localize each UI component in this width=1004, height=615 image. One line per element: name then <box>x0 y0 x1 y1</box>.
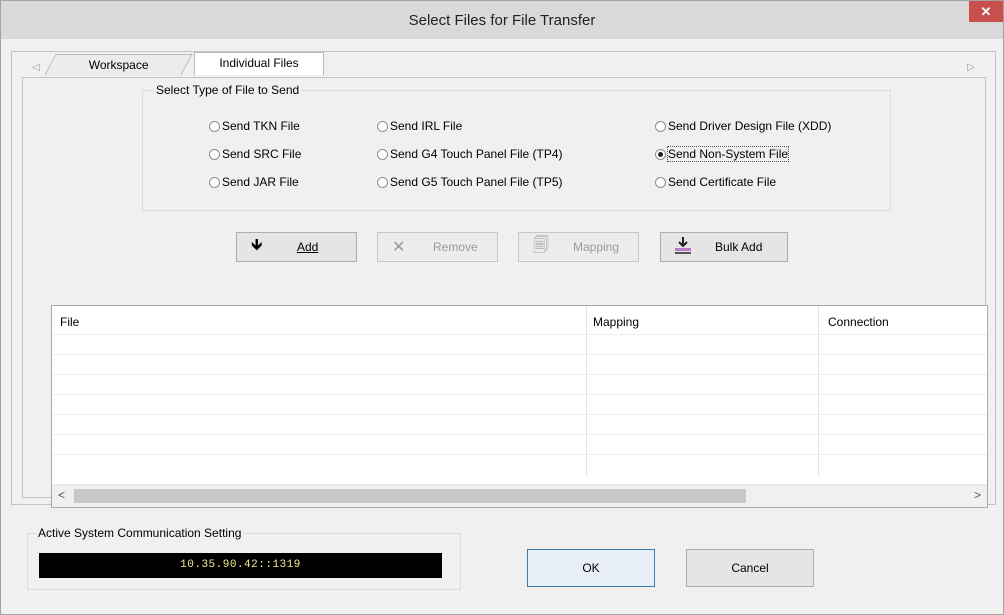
title-bar[interactable]: Select Files for File Transfer ✕ <box>1 1 1003 39</box>
radio-label: Send G5 Touch Panel File (TP5) <box>390 175 563 189</box>
table-row <box>52 394 987 395</box>
radio-label: Send IRL File <box>390 119 463 133</box>
communication-setting-group: Active System Communication Setting 10.3… <box>27 526 461 590</box>
content-area: ◁ ▷ Workspace Individual Files Select Ty… <box>11 51 996 508</box>
table-row <box>52 434 987 435</box>
horizontal-scrollbar[interactable]: < > <box>52 484 987 507</box>
add-button-label: Add <box>297 240 319 254</box>
tab-workspace-label: Workspace <box>88 58 149 72</box>
remove-button[interactable]: ✕ Remove <box>377 232 498 262</box>
column-divider <box>586 306 587 476</box>
radio-circle-icon <box>377 176 388 188</box>
radio-send-certificate[interactable]: Send Certificate File <box>655 175 776 189</box>
radio-send-tkn[interactable]: Send TKN File <box>209 119 300 133</box>
column-divider <box>818 306 819 476</box>
file-transfer-dialog: Select Files for File Transfer ✕ ◁ ▷ Wor… <box>0 0 1004 615</box>
table-row <box>52 374 987 375</box>
tab-workspace[interactable]: Workspace <box>44 54 193 75</box>
bulk-add-button[interactable]: Bulk Add <box>660 232 788 262</box>
file-type-group-title: Select Type of File to Send <box>154 83 302 97</box>
radio-circle-icon <box>655 176 666 188</box>
tab-individual-files[interactable]: Individual Files <box>194 52 324 75</box>
radio-label: Send Driver Design File (XDD) <box>668 119 832 133</box>
x-icon: ✕ <box>392 239 406 256</box>
radio-send-non-system[interactable]: Send Non-System File <box>655 146 790 162</box>
close-button[interactable]: ✕ <box>969 1 1003 22</box>
tab-scroll-left-icon[interactable]: ◁ <box>32 62 40 73</box>
add-button[interactable]: 🡻 Add <box>236 232 357 262</box>
scrollbar-thumb[interactable] <box>74 489 746 503</box>
ok-button[interactable]: OK <box>527 549 655 587</box>
radio-label: Send TKN File <box>222 119 300 133</box>
table-row <box>52 354 987 355</box>
table-row <box>52 334 987 335</box>
column-header-file[interactable]: File <box>60 315 79 329</box>
table-row <box>52 454 987 455</box>
radio-send-src[interactable]: Send SRC File <box>209 147 301 161</box>
scroll-right-icon[interactable]: > <box>974 488 981 502</box>
radio-label: Send Non-System File <box>666 146 790 162</box>
individual-files-panel: Select Type of File to Send Send TKN Fil… <box>22 77 988 508</box>
communication-setting-label: Active System Communication Setting <box>36 526 244 540</box>
column-header-connection[interactable]: Connection <box>828 315 889 329</box>
radio-label: Send Certificate File <box>668 175 777 189</box>
communication-setting-value: 10.35.90.42::1319 <box>39 553 442 578</box>
column-header-mapping[interactable]: Mapping <box>593 315 639 329</box>
mapping-button[interactable]: 🗐 Mapping <box>518 232 639 262</box>
radio-circle-icon <box>655 120 666 132</box>
table-row <box>52 414 987 415</box>
radio-circle-icon <box>209 148 220 160</box>
radio-send-tp5[interactable]: Send G5 Touch Panel File (TP5) <box>377 175 563 189</box>
bulk-download-icon <box>673 235 693 260</box>
radio-label: Send SRC File <box>222 147 302 161</box>
remove-button-label: Remove <box>433 240 478 254</box>
radio-selected-icon <box>655 148 666 160</box>
tab-scroll-right-icon[interactable]: ▷ <box>967 62 975 73</box>
radio-send-jar[interactable]: Send JAR File <box>209 175 299 189</box>
window-title: Select Files for File Transfer <box>408 12 596 29</box>
radio-circle-icon <box>209 120 220 132</box>
document-mapping-icon: 🗐 <box>533 236 549 254</box>
radio-label: Send G4 Touch Panel File (TP4) <box>390 147 563 161</box>
file-table[interactable]: File Mapping Connection < > <box>51 305 988 508</box>
table-header: File Mapping Connection <box>52 306 987 334</box>
cancel-button[interactable]: Cancel <box>686 549 814 587</box>
radio-send-irl[interactable]: Send IRL File <box>377 119 462 133</box>
arrow-down-icon: 🡻 <box>251 236 263 254</box>
radio-label: Send JAR File <box>222 175 299 189</box>
radio-circle-icon <box>377 148 388 160</box>
radio-send-tp4[interactable]: Send G4 Touch Panel File (TP4) <box>377 147 563 161</box>
radio-send-xdd[interactable]: Send Driver Design File (XDD) <box>655 119 831 133</box>
bulk-add-button-label: Bulk Add <box>715 240 763 254</box>
file-type-group: Select Type of File to Send Send TKN Fil… <box>142 83 891 211</box>
mapping-button-label: Mapping <box>573 240 620 254</box>
scroll-left-icon[interactable]: < <box>58 488 65 502</box>
radio-circle-icon <box>209 176 220 188</box>
radio-circle-icon <box>377 120 388 132</box>
